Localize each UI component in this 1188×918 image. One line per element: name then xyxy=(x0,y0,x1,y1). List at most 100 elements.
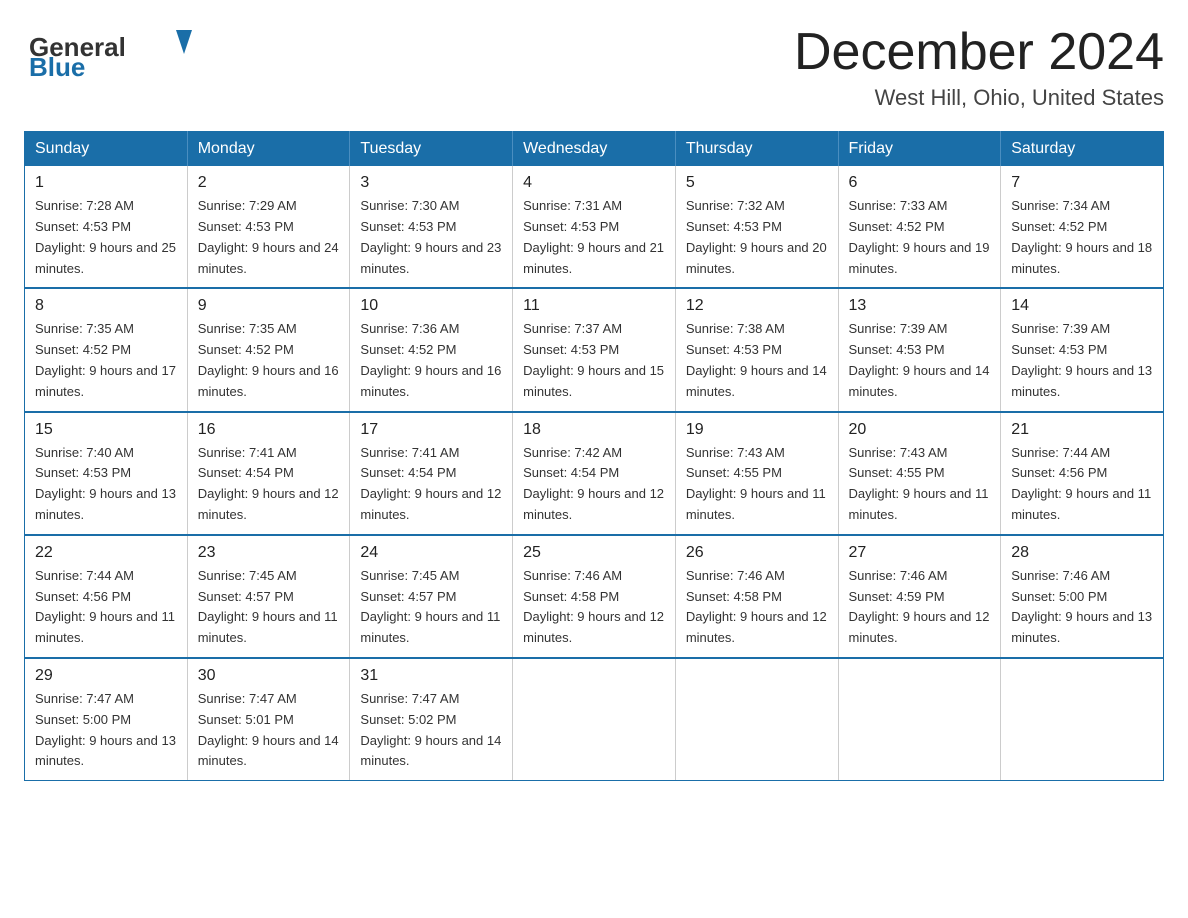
calendar-cell: 10 Sunrise: 7:36 AMSunset: 4:52 PMDayligh… xyxy=(350,288,513,411)
day-number: 20 xyxy=(849,421,991,439)
day-info: Sunrise: 7:42 AMSunset: 4:54 PMDaylight:… xyxy=(523,443,665,526)
day-info: Sunrise: 7:47 AMSunset: 5:00 PMDaylight:… xyxy=(35,689,177,772)
day-number: 12 xyxy=(686,297,828,315)
day-number: 8 xyxy=(35,297,177,315)
day-info: Sunrise: 7:46 AMSunset: 5:00 PMDaylight:… xyxy=(1011,566,1153,649)
calendar-cell: 3 Sunrise: 7:30 AMSunset: 4:53 PMDaylight… xyxy=(350,166,513,288)
day-info: Sunrise: 7:45 AMSunset: 4:57 PMDaylight:… xyxy=(198,566,340,649)
day-info: Sunrise: 7:30 AMSunset: 4:53 PMDaylight:… xyxy=(360,196,502,279)
day-info: Sunrise: 7:31 AMSunset: 4:53 PMDaylight:… xyxy=(523,196,665,279)
title-section: December 2024 West Hill, Ohio, United St… xyxy=(794,24,1164,111)
logo: General Blue xyxy=(24,24,204,79)
calendar-cell: 31 Sunrise: 7:47 AMSunset: 5:02 PMDayligh… xyxy=(350,658,513,781)
calendar-cell: 6 Sunrise: 7:33 AMSunset: 4:52 PMDaylight… xyxy=(838,166,1001,288)
day-number: 28 xyxy=(1011,544,1153,562)
day-number: 24 xyxy=(360,544,502,562)
day-info: Sunrise: 7:41 AMSunset: 4:54 PMDaylight:… xyxy=(360,443,502,526)
day-info: Sunrise: 7:32 AMSunset: 4:53 PMDaylight:… xyxy=(686,196,828,279)
day-info: Sunrise: 7:33 AMSunset: 4:52 PMDaylight:… xyxy=(849,196,991,279)
calendar-cell: 16 Sunrise: 7:41 AMSunset: 4:54 PMDayligh… xyxy=(187,412,350,535)
day-of-week-header: Saturday xyxy=(1001,132,1164,167)
calendar-cell: 21 Sunrise: 7:44 AMSunset: 4:56 PMDayligh… xyxy=(1001,412,1164,535)
day-number: 3 xyxy=(360,174,502,192)
month-title: December 2024 xyxy=(794,24,1164,81)
page-header: General Blue December 2024 West Hill, Oh… xyxy=(24,24,1164,111)
calendar-week-row: 1 Sunrise: 7:28 AMSunset: 4:53 PMDaylight… xyxy=(25,166,1164,288)
day-of-week-header: Monday xyxy=(187,132,350,167)
day-of-week-header: Friday xyxy=(838,132,1001,167)
day-number: 7 xyxy=(1011,174,1153,192)
day-number: 15 xyxy=(35,421,177,439)
day-number: 10 xyxy=(360,297,502,315)
calendar-cell: 28 Sunrise: 7:46 AMSunset: 5:00 PMDayligh… xyxy=(1001,535,1164,658)
day-of-week-header: Thursday xyxy=(675,132,838,167)
day-number: 2 xyxy=(198,174,340,192)
day-number: 1 xyxy=(35,174,177,192)
day-info: Sunrise: 7:44 AMSunset: 4:56 PMDaylight:… xyxy=(35,566,177,649)
logo-svg: General Blue xyxy=(24,24,204,79)
calendar-cell: 15Sunrise: 7:40 AMSunset: 4:53 PMDayligh… xyxy=(25,412,188,535)
day-info: Sunrise: 7:37 AMSunset: 4:53 PMDaylight:… xyxy=(523,319,665,402)
calendar-cell xyxy=(513,658,676,781)
calendar-cell xyxy=(838,658,1001,781)
calendar-cell xyxy=(675,658,838,781)
day-info: Sunrise: 7:45 AMSunset: 4:57 PMDaylight:… xyxy=(360,566,502,649)
calendar-cell: 9 Sunrise: 7:35 AMSunset: 4:52 PMDaylight… xyxy=(187,288,350,411)
day-number: 21 xyxy=(1011,421,1153,439)
day-of-week-header: Wednesday xyxy=(513,132,676,167)
calendar-week-row: 8 Sunrise: 7:35 AMSunset: 4:52 PMDaylight… xyxy=(25,288,1164,411)
location-title: West Hill, Ohio, United States xyxy=(794,85,1164,111)
day-number: 13 xyxy=(849,297,991,315)
day-number: 23 xyxy=(198,544,340,562)
calendar-cell: 22 Sunrise: 7:44 AMSunset: 4:56 PMDayligh… xyxy=(25,535,188,658)
calendar-week-row: 29 Sunrise: 7:47 AMSunset: 5:00 PMDayligh… xyxy=(25,658,1164,781)
day-number: 26 xyxy=(686,544,828,562)
day-number: 14 xyxy=(1011,297,1153,315)
day-number: 29 xyxy=(35,667,177,685)
calendar-cell: 4 Sunrise: 7:31 AMSunset: 4:53 PMDaylight… xyxy=(513,166,676,288)
calendar-cell: 5 Sunrise: 7:32 AMSunset: 4:53 PMDaylight… xyxy=(675,166,838,288)
day-info: Sunrise: 7:44 AMSunset: 4:56 PMDaylight:… xyxy=(1011,443,1153,526)
calendar-cell: 7 Sunrise: 7:34 AMSunset: 4:52 PMDaylight… xyxy=(1001,166,1164,288)
day-info: Sunrise: 7:43 AMSunset: 4:55 PMDaylight:… xyxy=(686,443,828,526)
day-info: Sunrise: 7:39 AMSunset: 4:53 PMDaylight:… xyxy=(849,319,991,402)
day-info: Sunrise: 7:41 AMSunset: 4:54 PMDaylight:… xyxy=(198,443,340,526)
day-info: Sunrise: 7:35 AMSunset: 4:52 PMDaylight:… xyxy=(198,319,340,402)
calendar-cell xyxy=(1001,658,1164,781)
day-number: 31 xyxy=(360,667,502,685)
calendar-cell: 11Sunrise: 7:37 AMSunset: 4:53 PMDayligh… xyxy=(513,288,676,411)
calendar-cell: 14 Sunrise: 7:39 AMSunset: 4:53 PMDayligh… xyxy=(1001,288,1164,411)
day-number: 9 xyxy=(198,297,340,315)
day-info: Sunrise: 7:36 AMSunset: 4:52 PMDaylight:… xyxy=(360,319,502,402)
calendar-cell: 27Sunrise: 7:46 AMSunset: 4:59 PMDayligh… xyxy=(838,535,1001,658)
day-info: Sunrise: 7:29 AMSunset: 4:53 PMDaylight:… xyxy=(198,196,340,279)
calendar-cell: 26 Sunrise: 7:46 AMSunset: 4:58 PMDayligh… xyxy=(675,535,838,658)
calendar-cell: 17Sunrise: 7:41 AMSunset: 4:54 PMDayligh… xyxy=(350,412,513,535)
day-info: Sunrise: 7:46 AMSunset: 4:58 PMDaylight:… xyxy=(686,566,828,649)
day-number: 4 xyxy=(523,174,665,192)
day-info: Sunrise: 7:43 AMSunset: 4:55 PMDaylight:… xyxy=(849,443,991,526)
day-number: 6 xyxy=(849,174,991,192)
day-of-week-header: Sunday xyxy=(25,132,188,167)
calendar-cell: 18Sunrise: 7:42 AMSunset: 4:54 PMDayligh… xyxy=(513,412,676,535)
calendar-header-row: SundayMondayTuesdayWednesdayThursdayFrid… xyxy=(25,132,1164,167)
day-info: Sunrise: 7:38 AMSunset: 4:53 PMDaylight:… xyxy=(686,319,828,402)
day-number: 22 xyxy=(35,544,177,562)
calendar-cell: 13 Sunrise: 7:39 AMSunset: 4:53 PMDayligh… xyxy=(838,288,1001,411)
day-info: Sunrise: 7:28 AMSunset: 4:53 PMDaylight:… xyxy=(35,196,177,279)
calendar-cell: 25Sunrise: 7:46 AMSunset: 4:58 PMDayligh… xyxy=(513,535,676,658)
day-number: 5 xyxy=(686,174,828,192)
calendar-cell: 29 Sunrise: 7:47 AMSunset: 5:00 PMDayligh… xyxy=(25,658,188,781)
calendar-cell: 2 Sunrise: 7:29 AMSunset: 4:53 PMDaylight… xyxy=(187,166,350,288)
calendar-cell: 8Sunrise: 7:35 AMSunset: 4:52 PMDaylight… xyxy=(25,288,188,411)
calendar-table: SundayMondayTuesdayWednesdayThursdayFrid… xyxy=(24,131,1164,781)
calendar-cell: 12 Sunrise: 7:38 AMSunset: 4:53 PMDayligh… xyxy=(675,288,838,411)
calendar-cell: 19 Sunrise: 7:43 AMSunset: 4:55 PMDayligh… xyxy=(675,412,838,535)
day-number: 16 xyxy=(198,421,340,439)
day-number: 19 xyxy=(686,421,828,439)
day-info: Sunrise: 7:47 AMSunset: 5:02 PMDaylight:… xyxy=(360,689,502,772)
day-info: Sunrise: 7:34 AMSunset: 4:52 PMDaylight:… xyxy=(1011,196,1153,279)
day-info: Sunrise: 7:39 AMSunset: 4:53 PMDaylight:… xyxy=(1011,319,1153,402)
day-of-week-header: Tuesday xyxy=(350,132,513,167)
day-number: 30 xyxy=(198,667,340,685)
